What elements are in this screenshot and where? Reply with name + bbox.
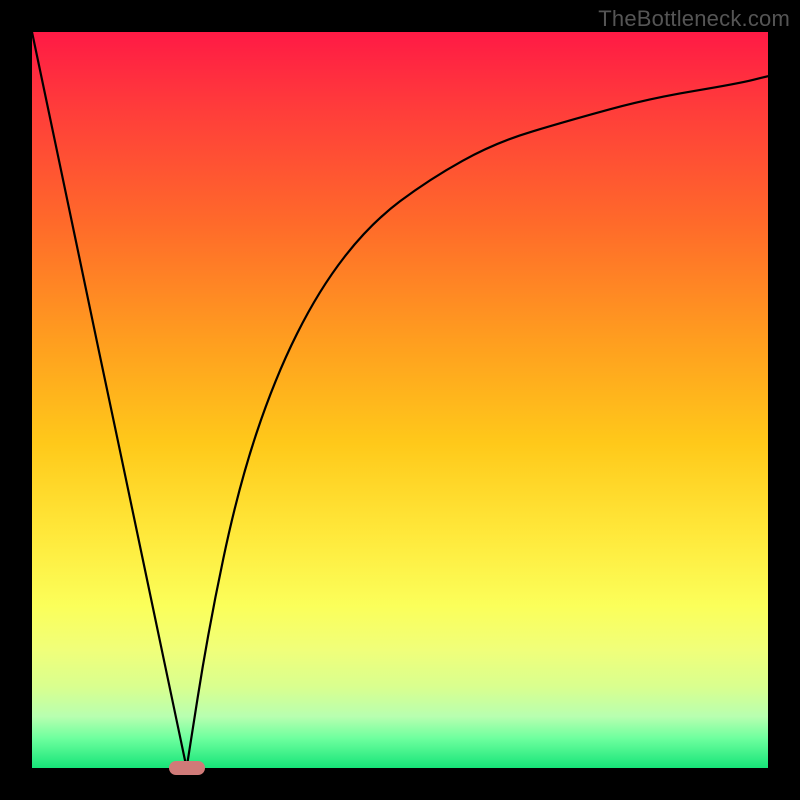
watermark-text: TheBottleneck.com — [598, 6, 790, 32]
plot-area — [32, 32, 768, 768]
minimum-marker — [169, 761, 205, 775]
bottleneck-curve — [32, 32, 768, 768]
chart-frame: TheBottleneck.com — [0, 0, 800, 800]
